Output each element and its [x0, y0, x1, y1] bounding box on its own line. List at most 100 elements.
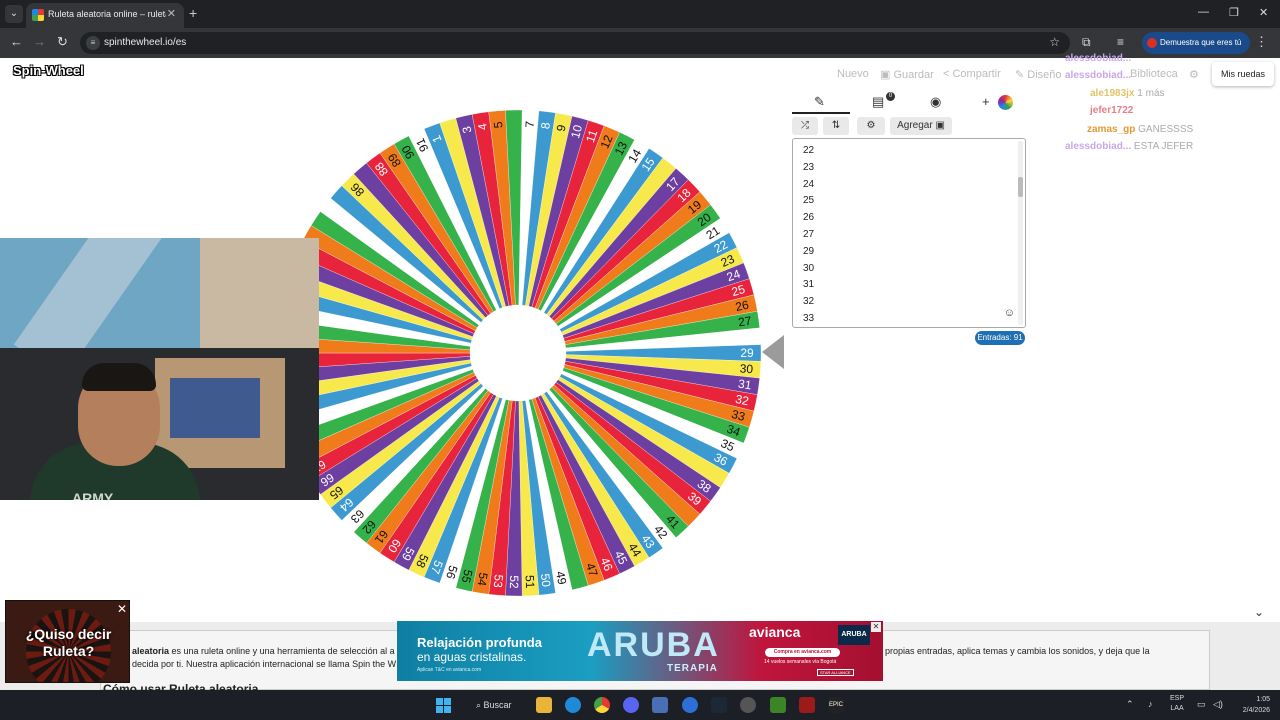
language-code: ESP: [1170, 695, 1185, 702]
menu-guardar[interactable]: ▣ Guardar: [880, 68, 934, 81]
verify-identity-button[interactable]: Demuestra que eres tú: [1142, 32, 1250, 54]
menu-compartir[interactable]: < Compartir: [943, 68, 1001, 80]
ad-aruba-title: ARUBA: [587, 626, 720, 664]
my-wheels-button[interactable]: Mis ruedas: [1212, 62, 1274, 86]
new-tab-icon[interactable]: +: [189, 5, 197, 21]
chat-username: alessdobiad...: [1065, 70, 1132, 81]
ad-banner[interactable]: Relajación profunda en aguas cristalinas…: [397, 621, 883, 681]
entries-scrollbar[interactable]: [1018, 141, 1023, 325]
store-app-icon[interactable]: [682, 697, 698, 713]
entries-textarea[interactable]: 22 23 24 25 26 27 29 30 31 32 33 ☺: [792, 138, 1026, 328]
entry-line[interactable]: 22: [803, 145, 814, 156]
emoji-picker-icon[interactable]: ☺: [1004, 307, 1015, 319]
sort-button[interactable]: ⇅: [823, 117, 849, 135]
wheel-center-hub[interactable]: [470, 305, 566, 401]
ad-star-alliance: STAR ALLIANCE: [817, 669, 854, 676]
color-palette-icon[interactable]: [998, 95, 1013, 110]
settings-button[interactable]: ⚙: [857, 117, 885, 135]
system-clock[interactable]: 1:05 2/4/2026: [1232, 694, 1270, 716]
media-control-icon[interactable]: ≡: [1117, 35, 1124, 49]
entry-line[interactable]: 24: [803, 179, 814, 190]
entry-line[interactable]: 26: [803, 212, 814, 223]
ad-cta-button[interactable]: Compra en avianca.com: [765, 648, 840, 657]
chrome-icon[interactable]: [594, 697, 610, 713]
menu-nuevo[interactable]: Nuevo: [837, 68, 869, 80]
wheel-segment-label: 51: [523, 575, 538, 589]
site-info-icon[interactable]: ≡: [86, 36, 100, 50]
obs-icon[interactable]: [740, 697, 756, 713]
epic-games-icon[interactable]: EPIC: [828, 697, 844, 713]
taskbar-search-label: Buscar: [483, 700, 512, 710]
spin-wheel[interactable]: 1 3 4 5 7 8 9 10 11 12 13 14 15 17 18 19 20 21 22 23 24 25 26 2…: [290, 105, 790, 601]
language-indicator[interactable]: ESP LAA: [1170, 694, 1184, 714]
taskbar-search[interactable]: ⌕ Buscar: [468, 696, 528, 714]
site-logo[interactable]: Spin-Wheel: [13, 63, 84, 78]
tab-results-clipboard-icon[interactable]: ▤: [872, 94, 884, 110]
active-tab-underline: [792, 112, 850, 114]
add-plus-icon[interactable]: +: [982, 94, 990, 109]
entry-line[interactable]: 30: [803, 263, 814, 274]
entry-line[interactable]: 29: [803, 246, 814, 257]
windows-start-icon[interactable]: [436, 698, 451, 713]
forward-icon[interactable]: →: [33, 34, 46, 49]
roulette-ad-line-1: ¿Quiso decir: [25, 626, 112, 642]
browser-tab[interactable]: Ruleta aleatoria online – ruleta ✕: [26, 3, 184, 28]
clock-date: 2/4/2026: [1242, 707, 1270, 714]
vpn-app-icon[interactable]: [652, 697, 668, 713]
minimize-icon[interactable]: —: [1198, 6, 1209, 18]
ad-banner-close-icon[interactable]: ✕: [871, 622, 881, 632]
url-text[interactable]: spinthewheel.io/es: [104, 37, 186, 48]
wheel-segment-label: 31: [737, 377, 752, 393]
entry-line[interactable]: 31: [803, 279, 814, 290]
wheel-segment-label: 27: [737, 314, 752, 330]
minecraft-icon[interactable]: [770, 697, 786, 713]
menu-diseno[interactable]: ✎ Diseño: [1015, 68, 1062, 81]
wheel-graphic[interactable]: 13 4 5 7 8 9 101112131415171819202122232425262…: [290, 105, 790, 601]
back-icon[interactable]: ←: [10, 34, 23, 49]
omnibox[interactable]: ≡ spinthewheel.io/es ☆: [80, 32, 1070, 54]
tab-search-button[interactable]: ⌄: [5, 5, 23, 23]
chevron-down-icon[interactable]: ⌄: [1254, 605, 1264, 619]
ad-close-icon[interactable]: ✕: [117, 602, 127, 616]
tab-edit-pencil-icon[interactable]: ✎: [814, 94, 825, 110]
edge-icon[interactable]: [565, 697, 581, 713]
entries-scroll-thumb[interactable]: [1018, 177, 1023, 197]
webcam-box-contents: [170, 378, 260, 438]
entry-line[interactable]: 25: [803, 195, 814, 206]
restore-icon[interactable]: ❐: [1229, 6, 1239, 19]
add-image-button[interactable]: Agregar ▣: [890, 117, 952, 135]
file-explorer-icon[interactable]: [536, 697, 552, 713]
tab-close-icon[interactable]: ✕: [167, 7, 176, 20]
ad-flights-text: 14 vuelos semanales vía Bogotá: [764, 659, 837, 665]
volume-icon[interactable]: ◁): [1213, 699, 1223, 710]
verify-label: Demuestra que eres tú: [1160, 38, 1242, 47]
game-app-icon[interactable]: [799, 697, 815, 713]
webcam-person-hair: [82, 363, 156, 391]
tab-title: Ruleta aleatoria online – ruleta: [48, 9, 166, 19]
reload-icon[interactable]: ↻: [57, 34, 68, 50]
extensions-icon[interactable]: ⧉: [1082, 35, 1091, 50]
entry-line[interactable]: 23: [803, 162, 814, 173]
tab-hide-eye-slash-icon[interactable]: ◉: [930, 94, 941, 110]
chat-message: alessdobiad...: [1065, 53, 1131, 64]
save-icon: ▣: [880, 69, 894, 81]
microphone-icon[interactable]: ♪: [1148, 699, 1153, 709]
tray-chevron-up-icon[interactable]: ⌃: [1126, 699, 1134, 710]
discord-icon[interactable]: [623, 697, 639, 713]
settings-gear-icon[interactable]: ⚙: [1189, 68, 1199, 81]
browser-menu-icon[interactable]: ⋮: [1255, 34, 1268, 50]
roulette-ad-popup[interactable]: ¿Quiso decir Ruleta? ✕: [5, 600, 130, 683]
steam-icon[interactable]: [711, 697, 727, 713]
menu-biblioteca[interactable]: Biblioteca: [1130, 68, 1178, 80]
window-close-icon[interactable]: ✕: [1259, 6, 1268, 19]
shuffle-button[interactable]: ⤮: [792, 117, 818, 135]
entry-line[interactable]: 33: [803, 313, 814, 324]
chat-username: alessdobiad...: [1065, 141, 1132, 152]
bookmark-star-icon[interactable]: ☆: [1049, 35, 1060, 49]
image-icon: ▣: [935, 120, 945, 131]
entry-line[interactable]: 32: [803, 296, 814, 307]
network-icon[interactable]: ▭: [1197, 699, 1206, 710]
entry-line[interactable]: 27: [803, 229, 814, 240]
menu-guardar-label: Guardar: [893, 69, 934, 81]
roulette-ad-line-2: Ruleta?: [42, 643, 95, 659]
